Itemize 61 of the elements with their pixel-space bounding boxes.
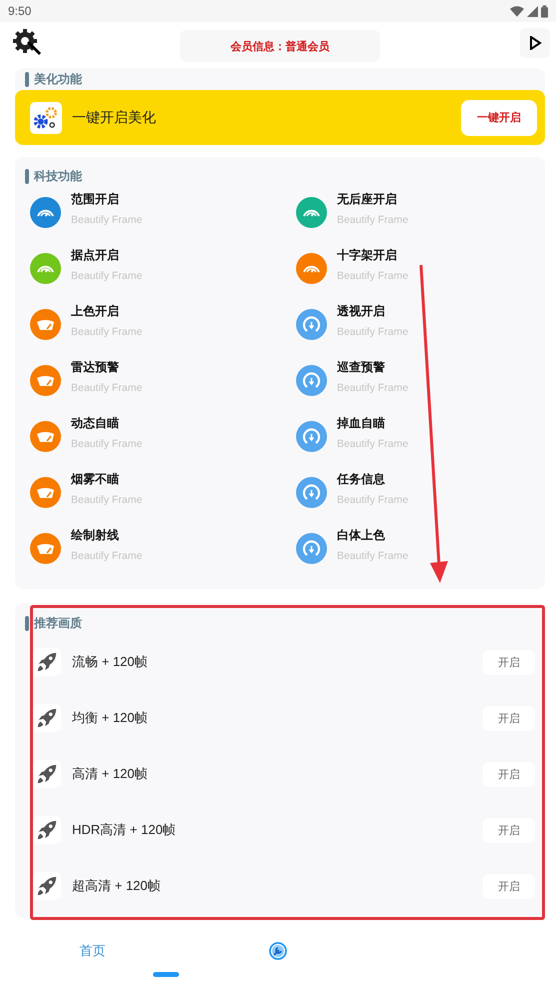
preset-label: 超高清 + 120帧: [72, 877, 161, 895]
rocket-icon: [36, 819, 58, 841]
feature-name[interactable]: 范围开启: [71, 191, 142, 208]
section-title: 美化功能: [34, 70, 82, 88]
section-title: 科技功能: [34, 168, 82, 184]
tools-tab[interactable]: [266, 940, 288, 962]
dial-icon[interactable]: [296, 477, 327, 508]
feature-name[interactable]: 雷达预警: [71, 359, 142, 376]
signal-icon: [527, 6, 538, 16]
preset-label: 高清 + 120帧: [72, 765, 148, 783]
feature-name[interactable]: 绘制射线: [71, 527, 142, 544]
gauge-icon[interactable]: [296, 253, 327, 284]
settings-icon[interactable]: [12, 28, 42, 58]
enable-button[interactable]: 开启: [483, 650, 535, 674]
rocket-icon: [36, 651, 58, 673]
gauge-icon[interactable]: [296, 197, 327, 228]
feature-name[interactable]: 据点开启: [71, 247, 142, 264]
feature-name[interactable]: 透视开启: [337, 303, 408, 320]
feature-name[interactable]: 任务信息: [337, 471, 408, 488]
preset-label: HDR高清 + 120帧: [72, 821, 176, 839]
dial-icon[interactable]: [296, 365, 327, 396]
feature-name[interactable]: 烟雾不瞄: [71, 471, 142, 488]
feature-name[interactable]: 上色开启: [71, 303, 142, 320]
rocket-icon: [36, 763, 58, 785]
feature-name[interactable]: 十字架开启: [337, 247, 408, 264]
section-marker: [25, 616, 29, 630]
section-marker: [25, 168, 29, 184]
feature-name[interactable]: 掉血自瞄: [337, 415, 408, 432]
wifi-icon: [510, 6, 524, 16]
feature-name[interactable]: 无后座开启: [337, 191, 408, 208]
gauge-icon[interactable]: [30, 197, 61, 228]
play-icon[interactable]: [528, 36, 542, 50]
rocket-icon: [36, 707, 58, 729]
feature-name[interactable]: 巡查预警: [337, 359, 408, 376]
enable-button[interactable]: 开启: [483, 762, 535, 786]
play-button[interactable]: [520, 28, 550, 58]
section-marker: [25, 72, 29, 86]
meter-icon[interactable]: [30, 533, 61, 564]
dial-icon[interactable]: [296, 309, 327, 340]
gauge-icon[interactable]: [30, 253, 61, 284]
enable-all-button[interactable]: 一键开启: [461, 100, 537, 136]
dial-icon[interactable]: [296, 533, 327, 564]
enable-button[interactable]: 开启: [483, 874, 535, 898]
meter-icon[interactable]: [30, 477, 61, 508]
enable-button[interactable]: 开启: [483, 706, 535, 730]
meter-icon[interactable]: [30, 365, 61, 396]
dial-icon[interactable]: [296, 421, 327, 452]
feature-name[interactable]: 白体上色: [337, 527, 408, 544]
preset-label: 均衡 + 120帧: [72, 709, 148, 727]
meter-icon[interactable]: [30, 309, 61, 340]
banner-label: 一键开启美化: [72, 108, 156, 126]
rocket-icon: [36, 875, 58, 897]
preset-label: 流畅 + 120帧: [72, 653, 148, 671]
tab-indicator: [153, 972, 179, 977]
enable-button[interactable]: 开启: [483, 818, 535, 842]
status-time: 9:50: [8, 4, 32, 18]
feature-name[interactable]: 动态自瞄: [71, 415, 142, 432]
battery-icon: [541, 4, 548, 18]
meter-icon[interactable]: [30, 421, 61, 452]
section-title: 推荐画质: [34, 614, 82, 632]
member-info-label: 会员信息：普通会员: [180, 30, 380, 62]
